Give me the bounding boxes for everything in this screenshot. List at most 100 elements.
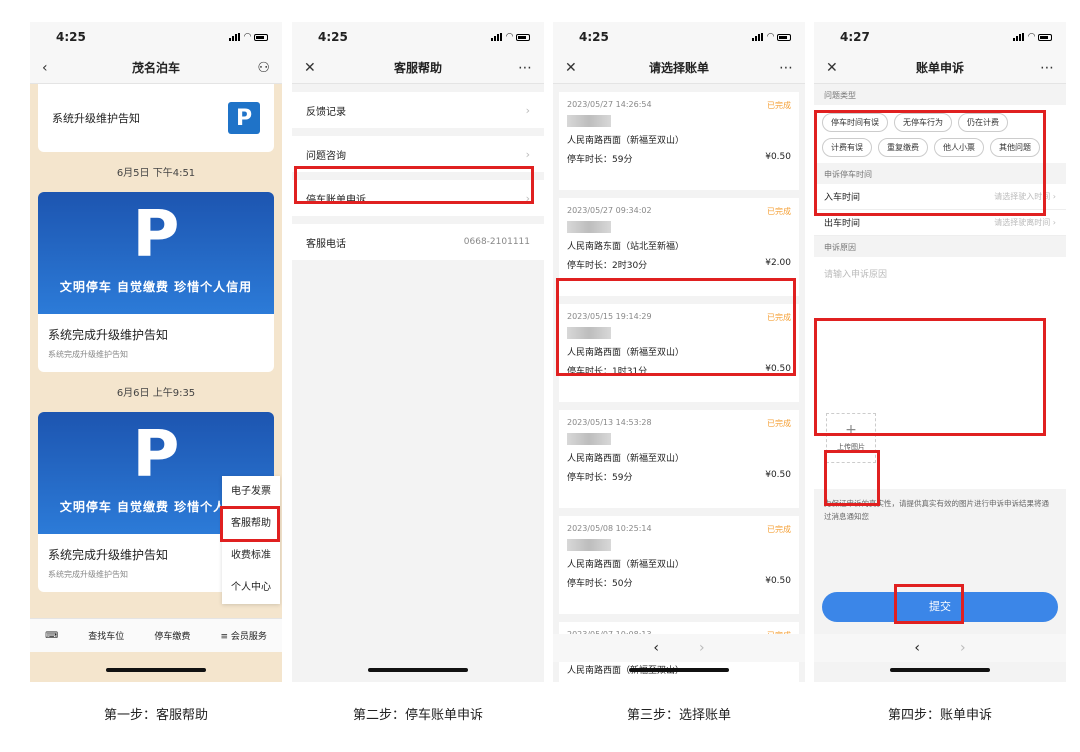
phone-screen-4: 4:27 ◠ ✕ 账单申诉 ⋯ 问题类型 停车时间有误 无停车行为 仍在计费 计… [814, 22, 1066, 682]
bill-item[interactable]: 2023/05/08 10:25:14 已完成 人民南路西面（新福至双山） 停车… [559, 516, 799, 614]
bill-time: 2023/05/13 14:53:28 [567, 418, 652, 427]
user-icon[interactable]: ⚇ [250, 60, 270, 76]
step-caption: 第四步：账单申诉 [887, 708, 992, 723]
menu-item-hotline[interactable]: 客服电话 0668-2101111 [292, 224, 544, 260]
bill-route: 人民南路西面（新福至双山） [567, 560, 685, 570]
more-icon[interactable]: ⋯ [773, 60, 793, 76]
issue-type-label: 问题类型 [824, 91, 856, 100]
menu-label: 反馈记录 [306, 106, 346, 118]
phone-screen-3: 4:25 ◠ ✕ 请选择账单 ⋯ 2023/05/27 14:26:54 已完成… [553, 22, 805, 682]
page-title: 客服帮助 [393, 61, 442, 75]
tab-bar: ⌨ 查找车位 停车缴费 ≡ 会员服务 [30, 618, 282, 652]
more-icon[interactable]: ⋯ [512, 60, 532, 76]
popup-item-personal-center[interactable]: 个人中心 [222, 572, 280, 604]
bill-amount: ¥0.50 [765, 152, 791, 162]
highlight-box [220, 506, 280, 542]
next-page-icon[interactable]: › [960, 640, 966, 656]
page-title: 茂名泊车 [131, 61, 180, 75]
phone-screen-1: 4:25 ◠ ‹ 茂名泊车 ⚇ 系统升级维护告知 P 6月5日 下午4:51 P… [30, 22, 282, 682]
close-icon[interactable]: ✕ [304, 60, 324, 76]
bill-item[interactable]: 2023/05/13 14:53:28 已完成 人民南路西面（新福至双山） 停车… [559, 410, 799, 508]
status-time: 4:25 [56, 30, 86, 44]
next-page-icon[interactable]: › [699, 640, 705, 656]
card-body: 系统完成升级维护告知 系统完成升级维护告知 [38, 314, 274, 372]
prev-page-icon[interactable]: ‹ [653, 640, 659, 656]
bill-route: 人民南路西面（新福至双山） [567, 454, 685, 464]
close-icon[interactable]: ✕ [565, 60, 585, 76]
bill-time: 2023/05/27 14:26:54 [567, 100, 652, 109]
tab-parking-payment[interactable]: 停车缴费 [154, 629, 190, 642]
menu-label: 客服电话 [306, 238, 346, 250]
bill-status: 已完成 [767, 419, 791, 428]
home-indicator [368, 668, 468, 672]
highlight-box [814, 110, 1046, 216]
page-nav: ‹ › [553, 634, 805, 662]
popup-item-fee-standard[interactable]: 收费标准 [222, 540, 280, 572]
message-date: 6月6日 上午9:35 [116, 388, 196, 399]
keyboard-icon[interactable]: ⌨ [45, 631, 58, 641]
step-caption: 第二步：停车账单申诉 [352, 708, 483, 723]
plate-blurred [567, 539, 611, 551]
page-title: 请选择账单 [648, 61, 709, 75]
status-bar: 4:25 ◠ [30, 22, 282, 52]
bill-duration: 停车时长：50分 [567, 579, 633, 589]
status-icons: ◠ [229, 32, 268, 42]
menu-item-feedback[interactable]: 反馈记录 › [292, 92, 544, 128]
bill-route: 人民南路西面（新福至双山） [567, 136, 685, 146]
wifi-icon: ◠ [506, 32, 513, 42]
popup-item-invoice[interactable]: 电子发票 [222, 476, 280, 508]
plate-blurred [567, 115, 611, 127]
bill-amount: ¥0.50 [765, 576, 791, 586]
bill-duration: 停车时长：2时30分 [567, 261, 648, 271]
battery-icon [254, 33, 268, 41]
signal-icon [229, 33, 241, 41]
highlight-box [294, 166, 534, 204]
home-indicator [629, 668, 729, 672]
bill-duration: 停车时长：59分 [567, 155, 633, 165]
tab-find-parking[interactable]: 查找车位 [88, 629, 124, 642]
parking-logo-icon: P [132, 198, 180, 272]
prev-page-icon[interactable]: ‹ [914, 640, 920, 656]
step-caption: 第三步：选择账单 [626, 708, 731, 723]
bill-status: 已完成 [767, 525, 791, 534]
bill-amount: ¥0.50 [765, 470, 791, 480]
notice-card[interactable]: P 文明停车 自觉缴费 珍惜个人信用 系统完成升级维护告知 系统完成升级维护告知 [38, 192, 274, 372]
status-bar: 4:27 ◠ [814, 22, 1066, 52]
bill-time: 2023/05/08 10:25:14 [567, 524, 652, 533]
tab-member-service[interactable]: ≡ 会员服务 [221, 629, 267, 642]
close-icon[interactable]: ✕ [826, 60, 846, 76]
nav-bar: ‹ 茂名泊车 ⚇ [30, 52, 282, 84]
status-time: 4:25 [318, 30, 348, 44]
bill-route: 人民南路东面（站北至新福） [567, 242, 685, 252]
status-icons: ◠ [752, 32, 791, 42]
back-icon[interactable]: ‹ [42, 60, 62, 76]
bill-item[interactable]: 2023/05/27 14:26:54 已完成 人民南路西面（新福至双山） 停车… [559, 92, 799, 190]
bill-duration: 停车时长：59分 [567, 473, 633, 483]
plate-blurred [567, 221, 611, 233]
status-bar: 4:25 ◠ [553, 22, 805, 52]
more-icon[interactable]: ⋯ [1034, 60, 1054, 76]
highlight-box [814, 318, 1046, 436]
bill-amount: ¥2.00 [765, 258, 791, 268]
signal-icon [752, 33, 764, 41]
page-title: 账单申诉 [915, 61, 964, 75]
bill-time: 2023/05/27 09:34:02 [567, 206, 652, 215]
nav-bar: ✕ 请选择账单 ⋯ [553, 52, 805, 84]
battery-icon [516, 33, 530, 41]
notice-card-top[interactable]: 系统升级维护告知 P [38, 84, 274, 152]
battery-icon [777, 33, 791, 41]
status-icons: ◠ [491, 32, 530, 42]
highlight-box [556, 278, 796, 376]
status-time: 4:25 [579, 30, 609, 44]
nav-bar: ✕ 账单申诉 ⋯ [814, 52, 1066, 84]
highlight-box [894, 584, 964, 624]
bill-status: 已完成 [767, 207, 791, 216]
battery-icon [1038, 33, 1052, 41]
page-nav: ‹ › [814, 634, 1066, 662]
status-bar: 4:25 ◠ [292, 22, 544, 52]
card-title: 系统完成升级维护告知 [48, 328, 169, 342]
wifi-icon: ◠ [244, 32, 251, 42]
notice-title: 系统升级维护告知 [52, 112, 140, 125]
reason-label: 申诉原因 [824, 243, 856, 252]
message-date: 6月5日 下午4:51 [116, 168, 196, 179]
